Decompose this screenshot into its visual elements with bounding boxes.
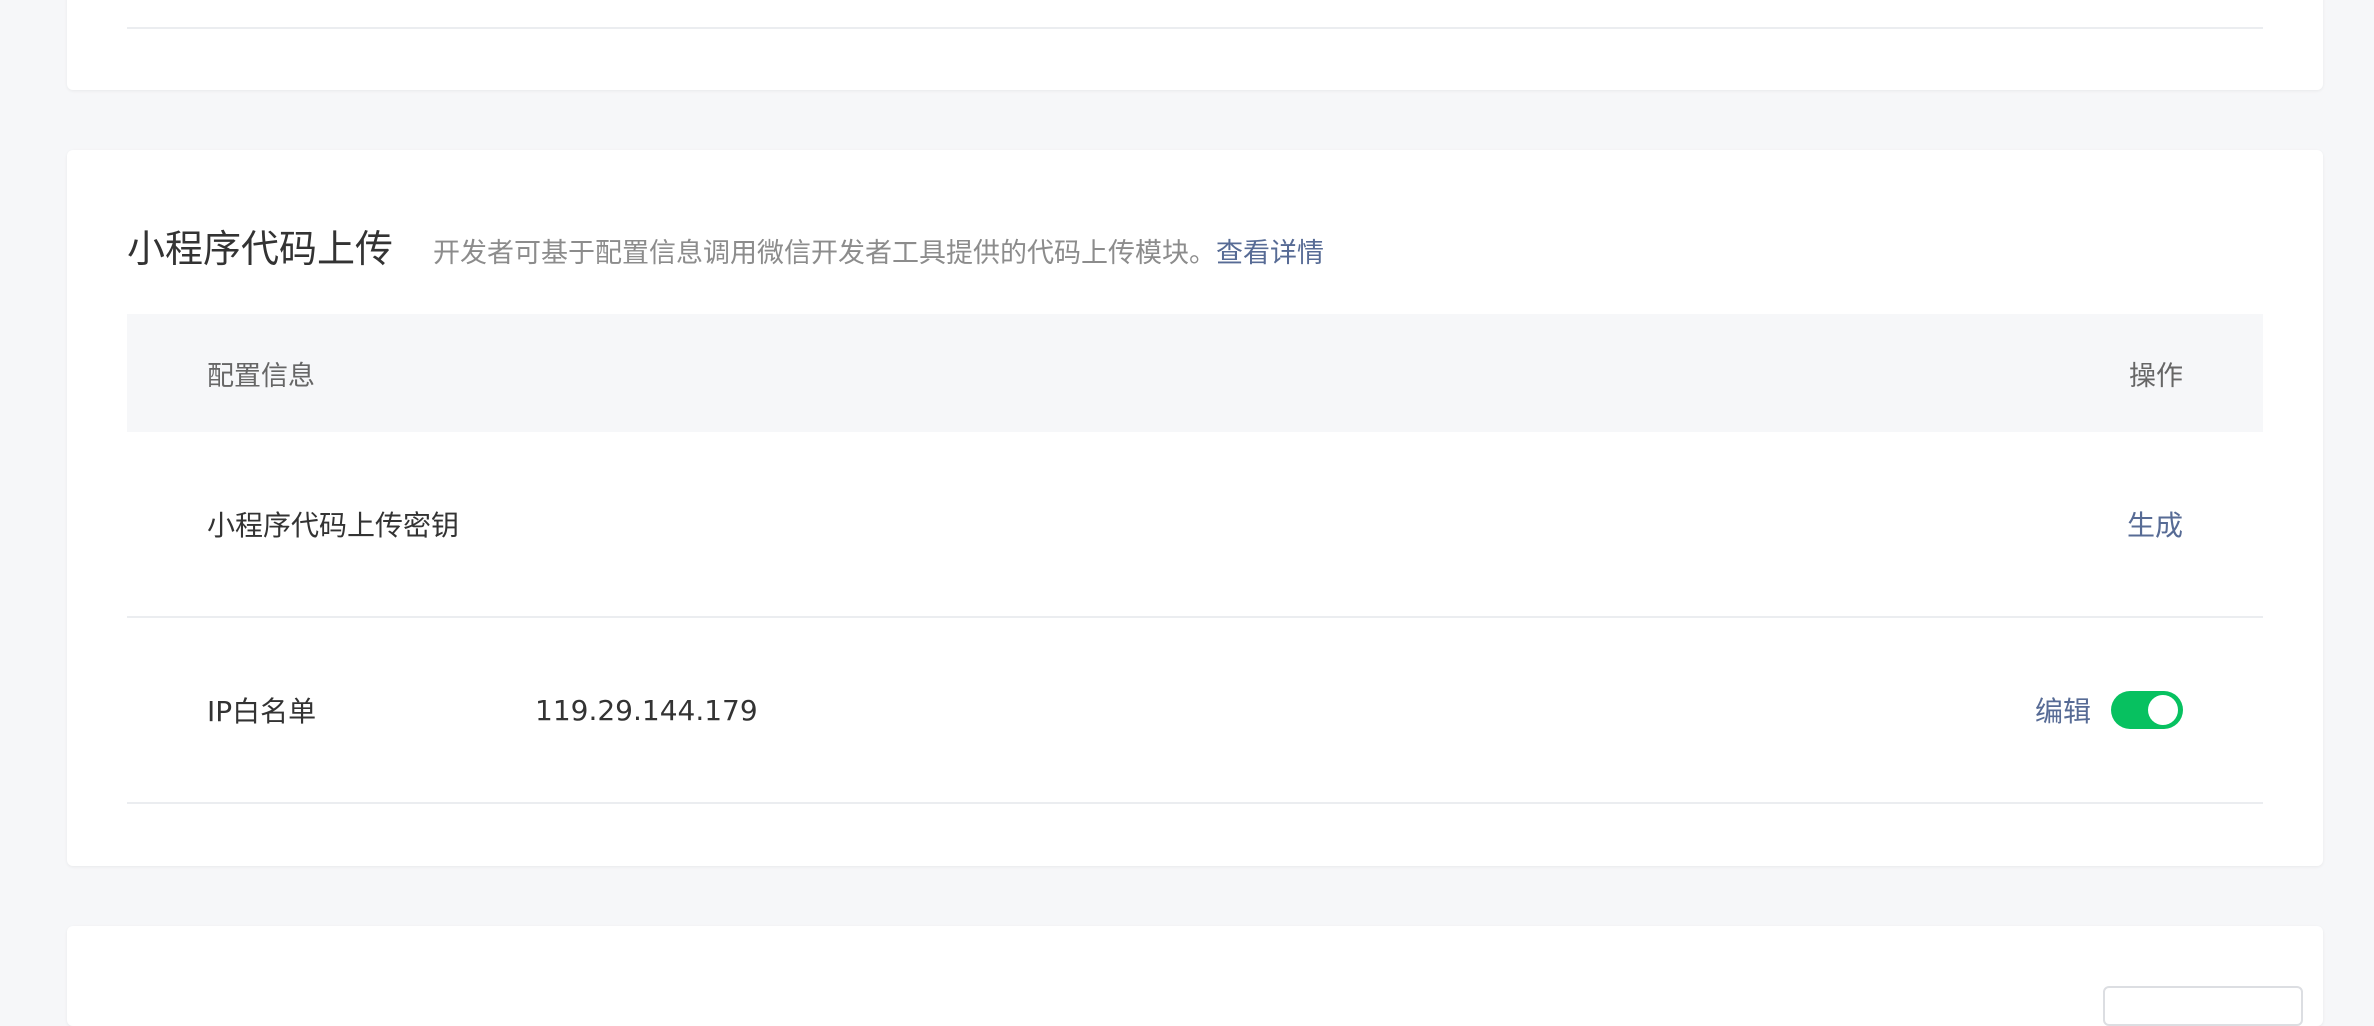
row-label-ip-whitelist: IP白名单 — [207, 695, 317, 728]
view-details-link[interactable]: 查看详情 — [1216, 231, 1324, 270]
row-label-upload-key: 小程序代码上传密钥 — [207, 509, 460, 542]
edit-ip-whitelist-button[interactable]: 编辑 — [2035, 690, 2091, 730]
table-row-upload-key: 小程序代码上传密钥 生成 — [127, 432, 2263, 618]
next-section-button[interactable] — [2103, 986, 2303, 1026]
row-actions-ip-whitelist: 编辑 — [2035, 690, 2183, 730]
next-section-card — [67, 926, 2323, 1026]
config-table: 配置信息 操作 小程序代码上传密钥 生成 IP白名单 119.29.144.17… — [127, 314, 2263, 804]
section-header: 小程序代码上传 开发者可基于配置信息调用微信开发者工具提供的代码上传模块。 查看… — [127, 218, 1324, 273]
row-actions-upload-key: 生成 — [2127, 504, 2183, 544]
table-row-ip-whitelist: IP白名单 119.29.144.179 编辑 — [127, 618, 2263, 804]
column-header-actions: 操作 — [2129, 360, 2183, 392]
toggle-knob — [2148, 695, 2178, 725]
code-upload-section-card: 小程序代码上传 开发者可基于配置信息调用微信开发者工具提供的代码上传模块。 查看… — [67, 150, 2323, 866]
column-header-config-info: 配置信息 — [207, 360, 315, 392]
previous-section-divider — [127, 27, 2263, 29]
section-title: 小程序代码上传 — [127, 227, 394, 271]
generate-key-button[interactable]: 生成 — [2127, 504, 2183, 544]
ip-whitelist-toggle[interactable] — [2111, 691, 2183, 729]
section-description: 开发者可基于配置信息调用微信开发者工具提供的代码上传模块。 — [433, 238, 1217, 269]
row-value-ip-whitelist: 119.29.144.179 — [535, 693, 758, 727]
table-header: 配置信息 操作 — [127, 314, 2263, 432]
previous-section-card — [67, 0, 2323, 90]
